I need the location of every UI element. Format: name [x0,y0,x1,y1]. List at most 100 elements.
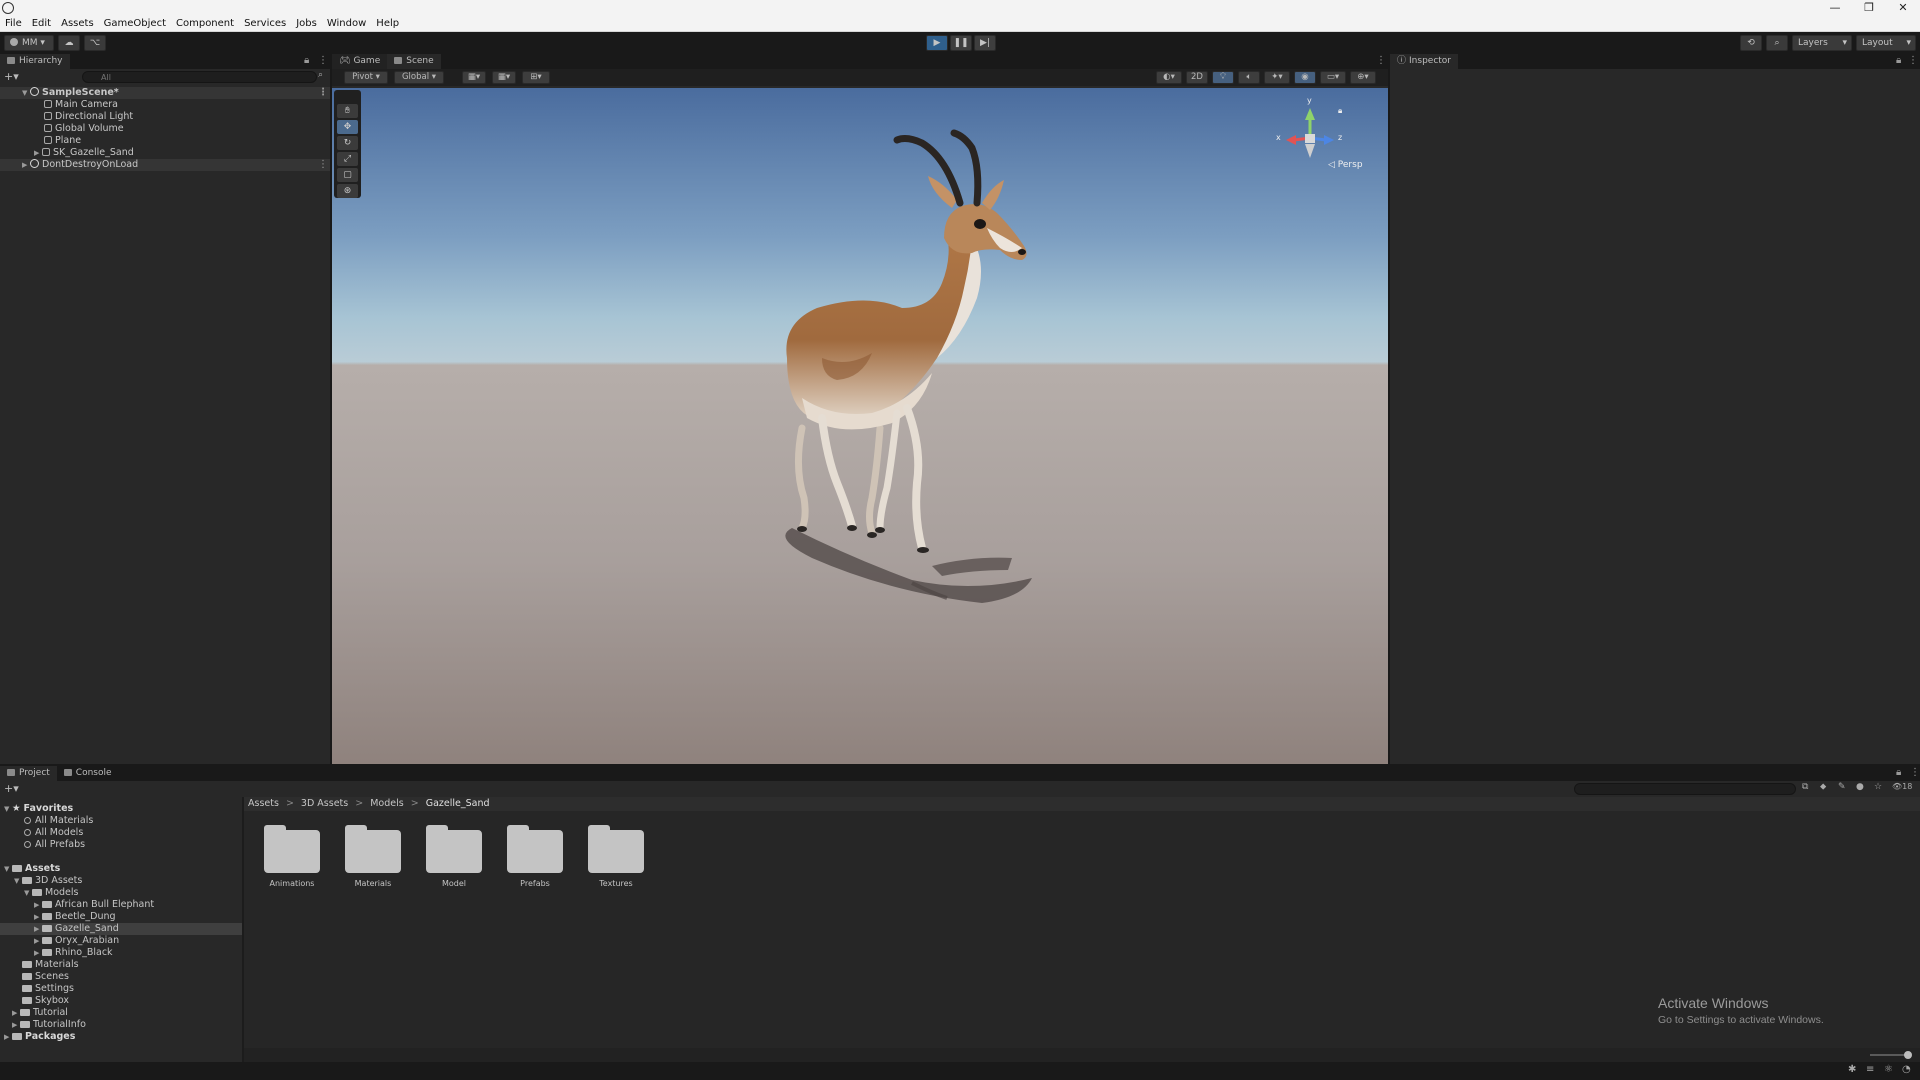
create-button[interactable]: +▾ [4,70,19,83]
project-more-icon[interactable]: ⋮ [1910,767,1920,778]
expand-arrow-icon[interactable]: ▶ [34,923,42,935]
breadcrumb-gazelle-sand[interactable]: Gazelle_Sand [426,798,490,809]
inspector-more-icon[interactable]: ⋮ [1908,55,1918,66]
tab-project[interactable]: Project [0,766,57,781]
breadcrumb-3d-assets[interactable]: 3D Assets [301,798,348,809]
hierarchy-item-directional-light[interactable]: Directional Light [0,111,330,123]
tree-item-tutorial[interactable]: ▶ Tutorial [0,1007,242,1019]
grid-visibility-button[interactable]: ▦▾ [492,71,516,84]
tree-item-scenes[interactable]: Scenes [0,971,242,983]
progress-icon[interactable]: ◔ [1902,1064,1911,1075]
breadcrumb-assets[interactable]: Assets [248,798,279,809]
cloud-button[interactable]: ☁ [58,35,80,51]
tree-item-3d-assets[interactable]: ▼ 3D Assets [0,875,242,887]
pause-button[interactable]: ❚❚ [950,35,972,51]
hierarchy-item-plane[interactable]: Plane [0,135,330,147]
dontdestroy-row[interactable]: ▶ DontDestroyOnLoad ⋮ [0,159,330,171]
dontdestroy-more-icon[interactable]: ⋮ [318,159,328,171]
expand-arrow-icon[interactable]: ▼ [22,87,30,99]
project-lock-icon[interactable]: 🔒︎ [1896,767,1901,778]
account-dropdown[interactable]: MM ▾ [4,35,54,51]
scene-viewport[interactable]: x y z 🔒︎ ◁ Persp [332,88,1388,764]
tree-item-settings[interactable]: Settings [0,983,242,995]
move-tool-button[interactable]: ✥ [337,120,358,134]
search-type-icon[interactable]: ⧉ [1802,782,1808,792]
audio-toggle[interactable]: 🔈︎ [1238,71,1260,84]
tree-item-tutorialinfo[interactable]: ▶ TutorialInfo [0,1019,242,1031]
tree-item-african-bull-elephant[interactable]: ▶ African Bull Elephant [0,899,242,911]
menu-assets[interactable]: Assets [56,16,99,32]
hidden-count-badge[interactable]: 👁︎18 [1892,782,1912,791]
network-icon[interactable]: ⚛ [1884,1064,1893,1075]
expand-arrow-icon[interactable]: ▶ [34,147,42,159]
step-button[interactable]: ▶| [974,35,996,51]
lock-icon[interactable]: 🔒︎ [304,55,309,66]
gizmo-lock-icon[interactable]: 🔒︎ [1338,106,1342,116]
project-search-input[interactable] [1574,783,1796,795]
icon-size-slider-handle[interactable] [1904,1051,1912,1059]
play-button[interactable]: ▶ [926,35,948,51]
tree-item-materials[interactable]: Materials [0,959,242,971]
expand-arrow-icon[interactable]: ▼ [4,863,12,875]
expand-arrow-icon[interactable]: ▶ [34,935,42,947]
hand-tool-button[interactable]: ✋︎ [337,104,358,118]
favorites-header[interactable]: ▼ ★ Favorites [0,803,242,815]
bug-icon[interactable]: ✱ [1848,1064,1856,1075]
inspector-lock-icon[interactable]: 🔒︎ [1896,55,1901,66]
scene-more-icon[interactable]: ⋮ [1376,55,1386,66]
layout-dropdown[interactable]: Layout ▾ [1856,35,1916,51]
tab-inspector[interactable]: ⓘ Inspector [1390,54,1458,69]
layers-dropdown[interactable]: Layers ▾ [1792,35,1852,51]
rotate-tool-button[interactable]: ↻ [337,136,358,150]
close-button[interactable]: ✕ [1886,0,1920,16]
draw-mode-button[interactable]: ◐▾ [1156,71,1182,84]
expand-arrow-icon[interactable]: ▼ [14,875,22,887]
tree-item-rhino-black[interactable]: ▶ Rhino_Black [0,947,242,959]
expand-arrow-icon[interactable]: ▼ [24,887,32,899]
minimize-button[interactable]: — [1818,0,1852,16]
tree-item-skybox[interactable]: Skybox [0,995,242,1007]
menu-help[interactable]: Help [371,16,404,32]
expand-arrow-icon[interactable]: ▶ [12,1019,20,1031]
menu-services[interactable]: Services [239,16,291,32]
label-filter-icon[interactable]: ⬥ [1820,782,1826,792]
menu-edit[interactable]: Edit [27,16,56,32]
history-button[interactable]: ⟲ [1740,35,1762,51]
rect-tool-button[interactable]: ▢ [337,168,358,182]
hidden-objects-toggle[interactable]: ◉ [1294,71,1316,84]
menu-file[interactable]: File [0,16,27,32]
tree-item-oryx-arabian[interactable]: ▶ Oryx_Arabian [0,935,242,947]
lighting-toggle[interactable]: 💡︎ [1212,71,1234,84]
tab-console[interactable]: Console [57,766,119,781]
hierarchy-item-global-volume[interactable]: Global Volume [0,123,330,135]
expand-arrow-icon[interactable]: ▶ [4,1031,12,1043]
expand-arrow-icon[interactable]: ▼ [4,803,12,815]
scene-more-icon[interactable]: ⋮ [318,87,328,99]
search-button[interactable]: ⌕ [1766,35,1788,51]
menu-jobs[interactable]: Jobs [291,16,322,32]
tab-game[interactable]: 🎮︎ Game [332,54,388,69]
hierarchy-item-main-camera[interactable]: Main Camera [0,99,330,111]
gizmos-dropdown[interactable]: ⊕▾ [1350,71,1376,84]
hierarchy-item-sk-gazelle-sand[interactable]: ▶ SK_Gazelle_Sand [0,147,330,159]
expand-arrow-icon[interactable]: ▶ [34,899,42,911]
tree-item-models[interactable]: ▼ Models [0,887,242,899]
expand-arrow-icon[interactable]: ▶ [34,947,42,959]
maximize-button[interactable]: ❐ [1852,0,1886,16]
favorite-all-materials[interactable]: All Materials [0,815,242,827]
folder-prefabs[interactable] [507,825,563,873]
expand-arrow-icon[interactable]: ▶ [34,911,42,923]
effects-dropdown[interactable]: ✦▾ [1264,71,1290,84]
menu-window[interactable]: Window [322,16,371,32]
packages-header[interactable]: ▶ Packages [0,1031,242,1043]
expand-arrow-icon[interactable]: ▶ [22,159,30,171]
projection-label[interactable]: ◁ Persp [1328,160,1363,170]
transform-tool-button[interactable]: ⊛ [337,184,358,198]
collab-button[interactable]: ⌥ [84,35,106,51]
filter-icon[interactable]: ⌕ [318,70,323,80]
grid-snap-button[interactable]: ▦▾ [462,71,486,84]
favorite-all-prefabs[interactable]: All Prefabs [0,839,242,851]
breadcrumb-models[interactable]: Models [370,798,403,809]
2d-toggle[interactable]: 2D [1186,71,1208,84]
favorite-all-models[interactable]: All Models [0,827,242,839]
